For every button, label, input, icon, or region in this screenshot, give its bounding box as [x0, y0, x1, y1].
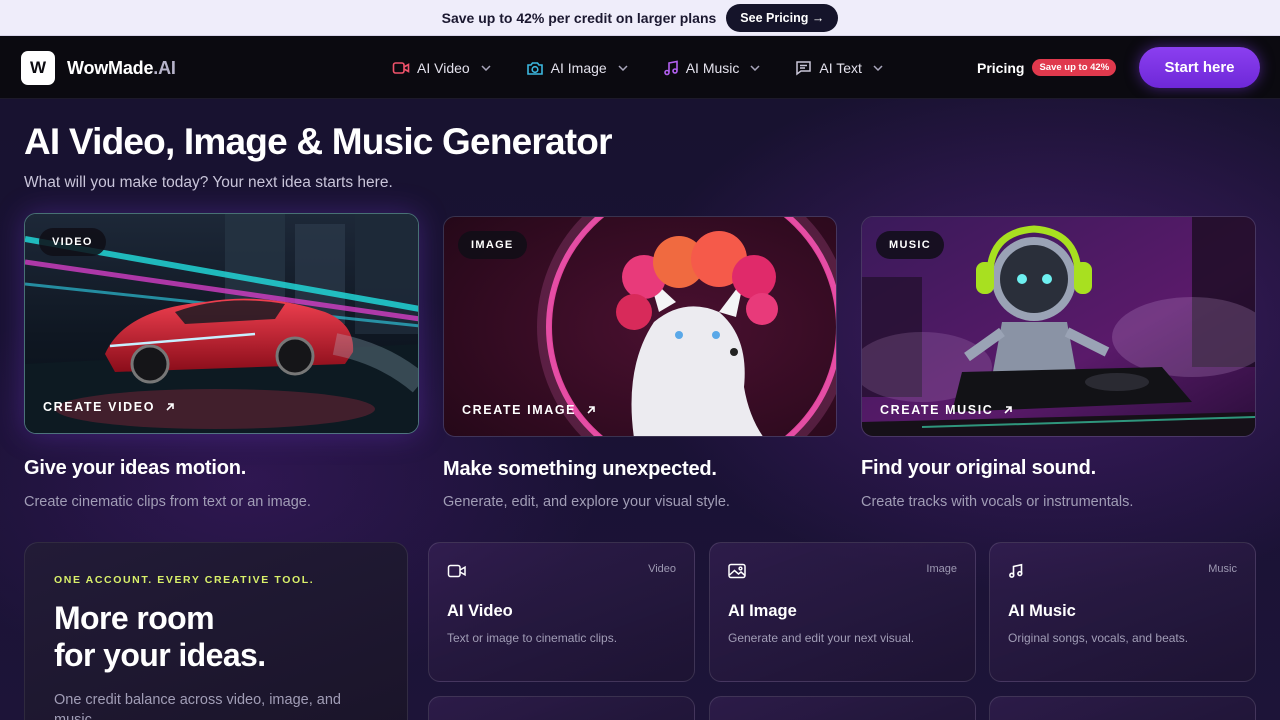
- tool-title: AI Video: [447, 602, 513, 620]
- tool-description: Text or image to cinematic clips.: [447, 631, 618, 645]
- top-nav: W WowMade.AI AI Video AI Image AI Music …: [0, 36, 1280, 99]
- tool-tile-ai-video[interactable]: Video AI Video Text or image to cinemati…: [428, 542, 695, 682]
- arrow-up-right-icon: [1004, 406, 1013, 414]
- music-note-icon: [663, 60, 678, 75]
- brand-name: WowMade.AI: [67, 58, 176, 79]
- page-title: AI Video, Image & Music Generator: [24, 121, 613, 162]
- video-card-tag: VIDEO: [39, 228, 106, 256]
- create-music-link[interactable]: CREATE MUSIC: [880, 403, 1013, 417]
- camera-icon: [526, 61, 543, 75]
- start-here-button[interactable]: Start here: [1139, 47, 1260, 88]
- chat-bubble-icon: [796, 60, 812, 75]
- tool-title: AI Image: [728, 602, 797, 620]
- tool-category: Image: [926, 563, 957, 575]
- pricing-label: Pricing: [977, 59, 1025, 76]
- tool-tile-ai-image[interactable]: Image AI Image Generate and edit your ne…: [709, 542, 976, 682]
- promo-title: More room for your ideas.: [54, 600, 266, 674]
- create-image-link[interactable]: CREATE IMAGE: [462, 403, 596, 417]
- video-card[interactable]: VIDEO CREATE VIDEO: [24, 213, 419, 434]
- create-video-link[interactable]: CREATE VIDEO: [43, 400, 175, 414]
- nav-ai-video[interactable]: AI Video: [392, 60, 491, 76]
- music-card-heading: Find your original sound.: [861, 457, 1096, 479]
- nav-ai-text[interactable]: AI Text: [795, 60, 883, 76]
- video-card-heading: Give your ideas motion.: [24, 457, 247, 479]
- arrow-up-right-icon: [166, 403, 174, 411]
- chevron-down-icon: [873, 64, 883, 71]
- brand-tld: .AI: [153, 57, 176, 78]
- logo-mark: W: [21, 51, 55, 85]
- tool-title: AI Music: [1008, 602, 1076, 620]
- promo-text: Save up to 42% per credit on larger plan…: [441, 9, 717, 26]
- chevron-down-icon: [750, 64, 760, 71]
- image-card-description: Generate, edit, and explore your visual …: [443, 494, 730, 510]
- tool-category: Music: [1208, 563, 1237, 575]
- video-card-description: Create cinematic clips from text or an i…: [24, 494, 311, 510]
- brand-main: WowMade: [67, 57, 154, 78]
- image-card-tag: IMAGE: [458, 231, 527, 259]
- chevron-down-icon: [481, 64, 491, 71]
- music-icon: [1009, 563, 1023, 578]
- music-card[interactable]: MUSIC CREATE MUSIC: [861, 216, 1256, 437]
- music-card-description: Create tracks with vocals or instrumenta…: [861, 494, 1134, 510]
- promo-kicker: ONE ACCOUNT. EVERY CREATIVE TOOL.: [54, 574, 315, 586]
- promo-title-line2: for your ideas.: [54, 637, 266, 673]
- tool-category: Video: [648, 563, 676, 575]
- create-music-label: CREATE MUSIC: [880, 403, 994, 417]
- account-promo-box: ONE ACCOUNT. EVERY CREATIVE TOOL. More r…: [24, 542, 408, 720]
- nav-ai-music-label: AI Music: [685, 59, 740, 76]
- pricing-badge: Save up to 42%: [1032, 59, 1117, 76]
- image-icon: [728, 563, 746, 579]
- nav-ai-music[interactable]: AI Music: [663, 60, 761, 76]
- create-image-label: CREATE IMAGE: [462, 403, 577, 417]
- tool-tile-row2-2[interactable]: [709, 696, 976, 720]
- arrow-up-right-icon: [587, 406, 595, 414]
- tool-tile-row2-3[interactable]: [989, 696, 1256, 720]
- tool-tile-ai-music[interactable]: Music AI Music Original songs, vocals, a…: [989, 542, 1256, 682]
- nav-ai-image-label: AI Image: [550, 59, 607, 76]
- see-pricing-button[interactable]: See Pricing →: [726, 3, 839, 32]
- tool-description: Original songs, vocals, and beats.: [1008, 631, 1189, 645]
- nav-ai-image[interactable]: AI Image: [526, 60, 628, 76]
- video-icon: [447, 564, 466, 578]
- logo[interactable]: W WowMade.AI: [21, 51, 176, 85]
- chevron-down-icon: [618, 64, 628, 71]
- tool-description: Generate and edit your next visual.: [728, 631, 915, 645]
- nav-ai-text-label: AI Text: [819, 59, 862, 76]
- tool-tile-row2-1[interactable]: [428, 696, 695, 720]
- music-card-tag: MUSIC: [876, 231, 944, 259]
- promo-description: One credit balance across video, image, …: [54, 692, 341, 720]
- create-video-label: CREATE VIDEO: [43, 400, 156, 414]
- nav-pricing[interactable]: Pricing Save up to 42%: [977, 36, 1117, 99]
- promo-title-line1: More room: [54, 600, 215, 636]
- image-card[interactable]: IMAGE CREATE IMAGE: [443, 216, 837, 437]
- nav-ai-video-label: AI Video: [417, 59, 470, 76]
- image-card-heading: Make something unexpected.: [443, 458, 717, 480]
- page-subtitle: What will you make today? Your next idea…: [24, 174, 393, 191]
- promo-bar: Save up to 42% per credit on larger plan…: [0, 0, 1280, 36]
- video-camera-icon: [392, 61, 410, 74]
- nav-links: AI Video AI Image AI Music AI Text: [392, 36, 918, 99]
